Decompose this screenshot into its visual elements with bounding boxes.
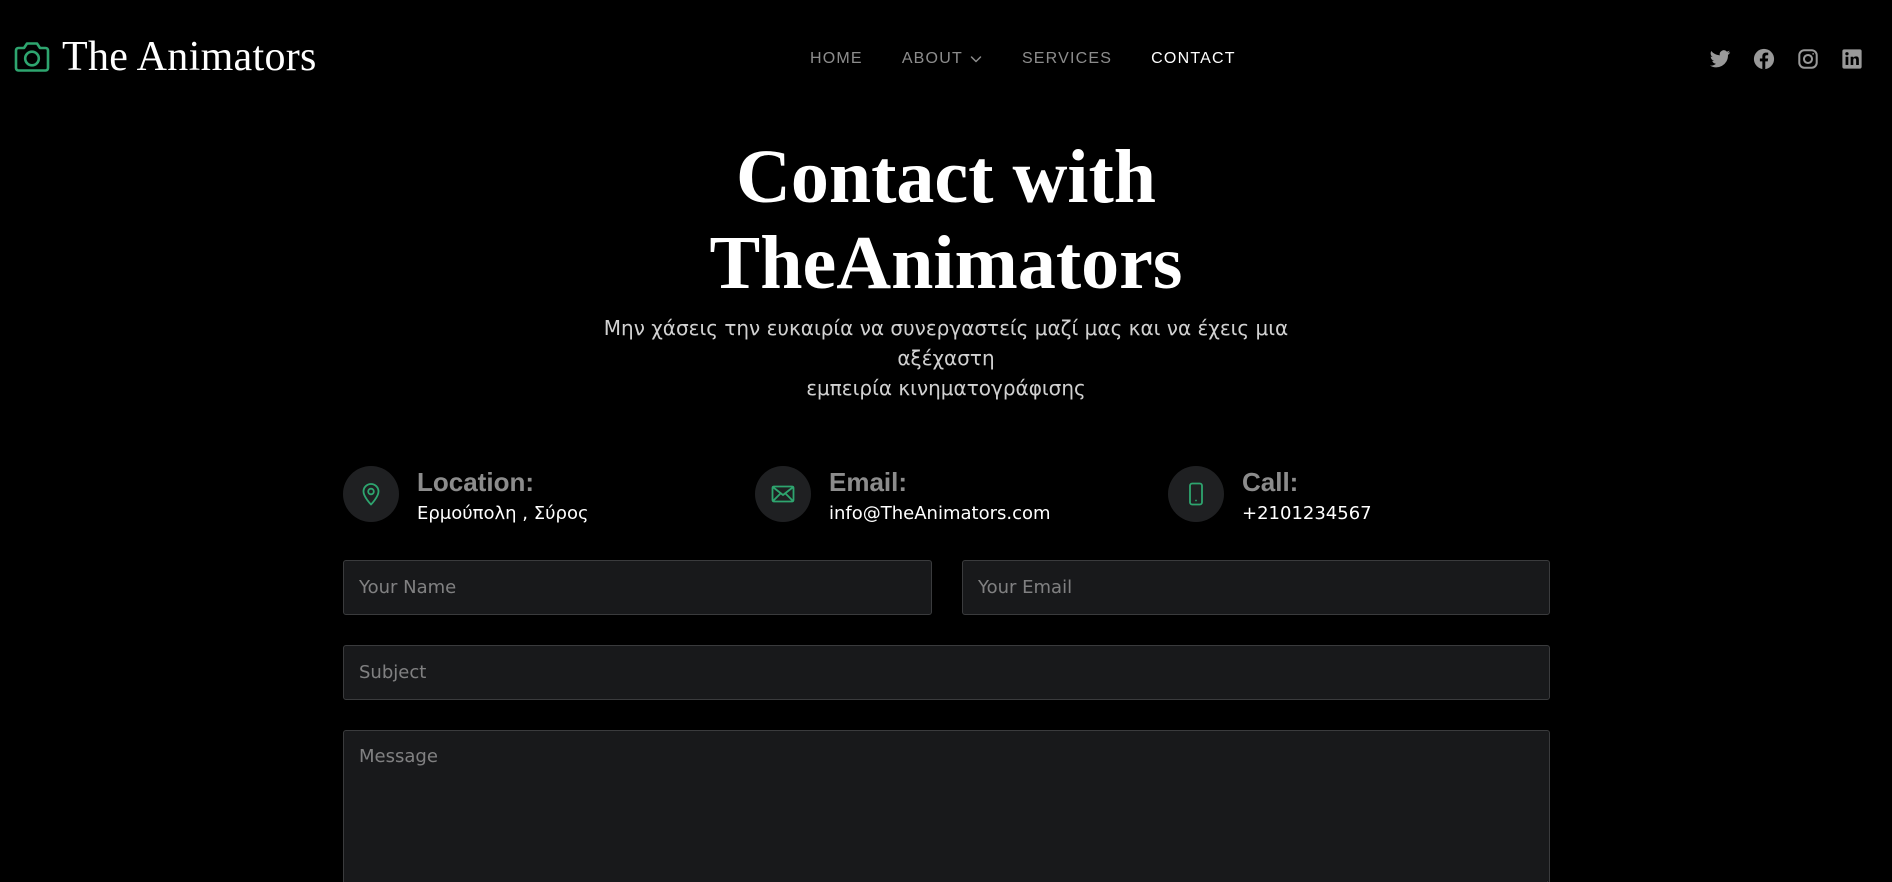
linkedin-icon <box>1842 49 1862 69</box>
nav-item-about[interactable]: ABOUT <box>902 50 983 68</box>
contact-page: The Animators HOME ABOUT SERVICES CONTAC… <box>0 0 1892 882</box>
email-value[interactable]: info@TheAnimators.com <box>829 502 1051 526</box>
main-nav: HOME ABOUT SERVICES CONTACT <box>810 48 1236 70</box>
instagram-icon <box>1798 49 1818 69</box>
location-label: Location: <box>417 467 534 497</box>
page-title: Contact with TheAnimators <box>546 134 1346 306</box>
instagram-link[interactable] <box>1797 48 1819 70</box>
map-pin-icon <box>362 483 380 506</box>
nav-item-label: SERVICES <box>1021 50 1113 67</box>
phone-icon-circle <box>1168 466 1224 522</box>
message-field[interactable] <box>343 730 1550 882</box>
subject-field[interactable] <box>343 645 1550 700</box>
page-subtitle-line2: εμπειρία κινηματογράφισης <box>806 376 1086 400</box>
chevron-down-icon <box>970 56 982 63</box>
nav-item-label: HOME <box>810 50 863 67</box>
nav-item-services[interactable]: SERVICES <box>1022 50 1112 68</box>
location-text: Location: Ερμούπολη , Σύρος <box>417 466 589 526</box>
nav-item-home[interactable]: HOME <box>810 50 863 68</box>
facebook-link[interactable] <box>1753 48 1775 70</box>
page-title-line1: Contact with <box>735 135 1157 219</box>
phone-icon <box>1189 482 1203 506</box>
phone-text: Call: +2101234567 <box>1242 466 1372 526</box>
nav-item-label: CONTACT <box>1151 50 1236 67</box>
email-label: Email: <box>829 467 908 497</box>
contact-email: Email: info@TheAnimators.com <box>755 466 1051 526</box>
phone-label: Call: <box>1242 467 1299 497</box>
site-header: The Animators HOME ABOUT SERVICES CONTAC… <box>0 0 1892 118</box>
contact-phone: Call: +2101234567 <box>1168 466 1372 526</box>
name-field[interactable] <box>343 560 932 615</box>
facebook-icon <box>1753 48 1775 70</box>
phone-value[interactable]: +2101234567 <box>1242 502 1372 526</box>
page-title-line2: TheAnimators <box>709 221 1183 305</box>
page-subtitle: Μην χάσεις την ευκαιρία να συνεργαστείς … <box>566 313 1326 403</box>
email-field[interactable] <box>962 560 1550 615</box>
email-text: Email: info@TheAnimators.com <box>829 466 1051 526</box>
location-value: Ερμούπολη , Σύρος <box>417 503 589 524</box>
nav-item-contact[interactable]: CONTACT <box>1151 50 1236 68</box>
contact-location: Location: Ερμούπολη , Σύρος <box>343 466 589 526</box>
linkedin-link[interactable] <box>1841 48 1863 70</box>
twitter-icon <box>1709 50 1731 68</box>
camera-icon <box>14 42 50 72</box>
envelope-icon <box>771 485 795 503</box>
site-title: The Animators <box>62 34 317 80</box>
site-logo[interactable]: The Animators <box>12 30 317 84</box>
social-links <box>1709 48 1863 70</box>
twitter-link[interactable] <box>1709 48 1731 70</box>
email-icon-circle <box>755 466 811 522</box>
location-icon-circle <box>343 466 399 522</box>
nav-item-label: ABOUT <box>901 50 963 67</box>
page-subtitle-line1: Μην χάσεις την ευκαιρία να συνεργαστείς … <box>603 316 1289 370</box>
